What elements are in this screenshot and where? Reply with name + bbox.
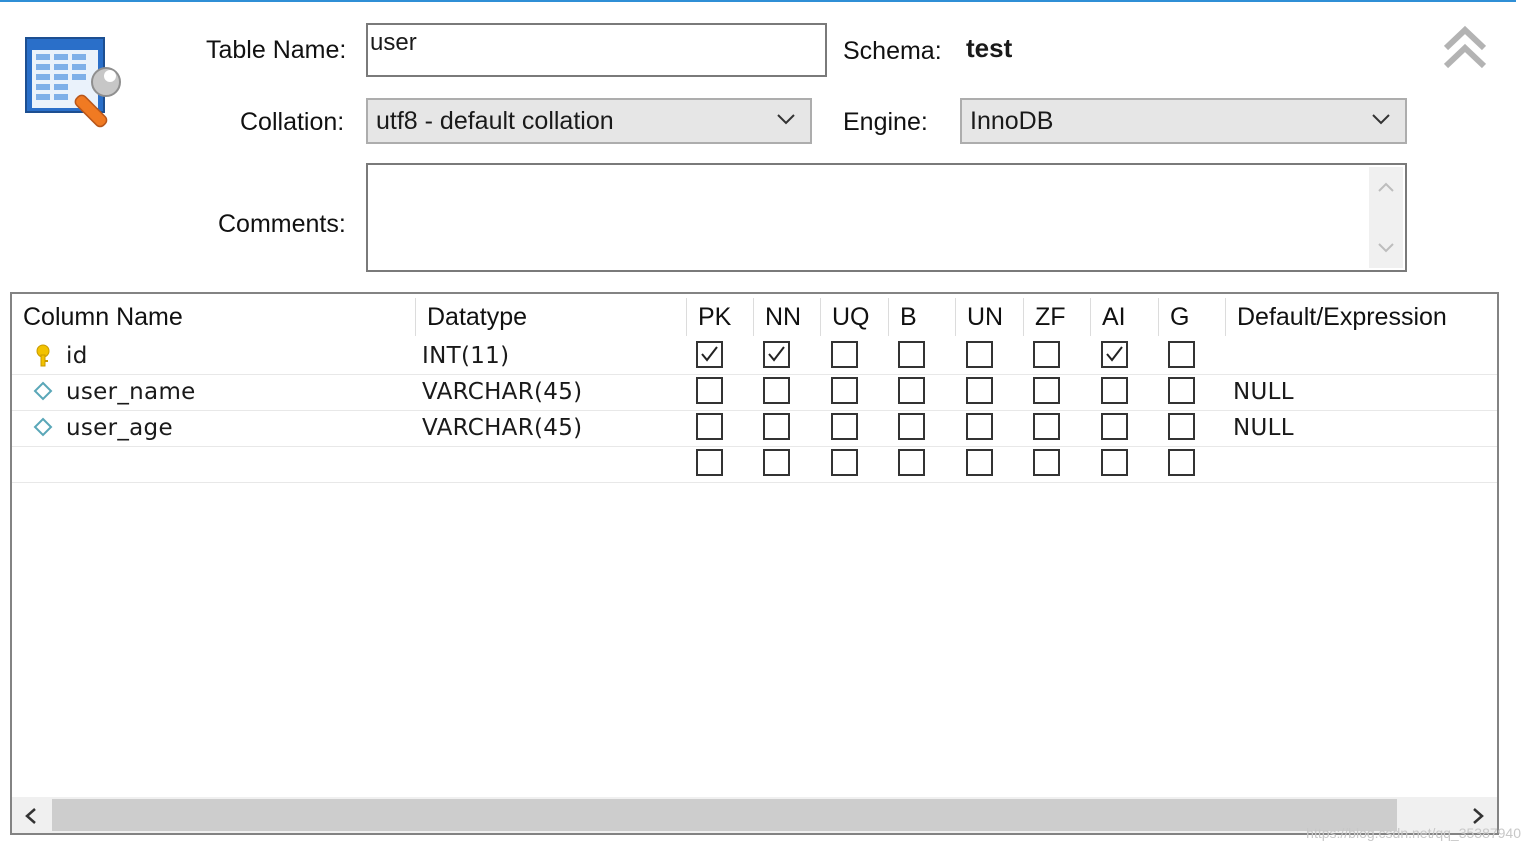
- datatype-cell[interactable]: VARCHAR(45): [422, 410, 582, 446]
- checkbox-ai[interactable]: [1101, 449, 1128, 476]
- table-row[interactable]: user_name VARCHAR(45) NULL: [12, 374, 1497, 411]
- scroll-right-icon[interactable]: [1471, 807, 1485, 825]
- header-divider: [1090, 298, 1091, 336]
- header-divider: [686, 298, 687, 336]
- checkbox-pk[interactable]: [696, 413, 723, 440]
- header-b[interactable]: B: [900, 294, 917, 338]
- checkbox-uq[interactable]: [831, 449, 858, 476]
- grid-horizontal-scrollbar[interactable]: [12, 797, 1497, 833]
- default-expression-cell[interactable]: NULL: [1233, 374, 1294, 410]
- header-zf[interactable]: ZF: [1035, 294, 1066, 338]
- schema-value: test: [966, 33, 1013, 63]
- checkbox-zf[interactable]: [1033, 413, 1060, 440]
- comments-label: Comments:: [218, 210, 346, 238]
- checkbox-g[interactable]: [1168, 413, 1195, 440]
- checkbox-uq[interactable]: [831, 341, 858, 368]
- column-name-cell[interactable]: user_age: [66, 410, 173, 446]
- checkbox-nn[interactable]: [763, 377, 790, 404]
- header-divider: [820, 298, 821, 336]
- engine-value: InnoDB: [970, 107, 1054, 135]
- checkbox-b[interactable]: [898, 377, 925, 404]
- columns-grid[interactable]: Column Name Datatype PK NN UQ B UN ZF AI…: [10, 292, 1499, 835]
- comments-scrollbar[interactable]: [1369, 167, 1403, 268]
- check-icon: [1106, 346, 1123, 362]
- header-pk[interactable]: PK: [698, 294, 731, 338]
- table-name-label: Table Name:: [206, 36, 347, 64]
- checkbox-pk[interactable]: [696, 449, 723, 476]
- checkbox-ai[interactable]: [1101, 413, 1128, 440]
- collapse-up-icon[interactable]: [1440, 22, 1490, 72]
- header-divider: [415, 298, 416, 336]
- column-name-cell[interactable]: user_name: [66, 374, 196, 410]
- checkbox-zf[interactable]: [1033, 341, 1060, 368]
- check-icon: [768, 346, 785, 362]
- header-uq[interactable]: UQ: [832, 294, 870, 338]
- schema-label: Schema:: [843, 37, 942, 65]
- header-divider: [1158, 298, 1159, 336]
- checkbox-pk[interactable]: [696, 341, 723, 368]
- scrollbar-thumb[interactable]: [52, 799, 1397, 831]
- chevron-down-icon: [1372, 114, 1390, 125]
- header-divider: [753, 298, 754, 336]
- checkbox-b[interactable]: [898, 413, 925, 440]
- checkbox-uq[interactable]: [831, 413, 858, 440]
- primary-key-icon: [36, 344, 50, 367]
- table-row[interactable]: [12, 446, 1497, 483]
- header-column-name[interactable]: Column Name: [23, 294, 183, 338]
- header-datatype[interactable]: Datatype: [427, 294, 527, 338]
- checkbox-g[interactable]: [1168, 341, 1195, 368]
- header-divider: [888, 298, 889, 336]
- collation-select[interactable]: utf8 - default collation: [366, 98, 812, 144]
- default-expression-cell[interactable]: NULL: [1233, 410, 1294, 446]
- check-icon: [701, 346, 718, 362]
- header-ai[interactable]: AI: [1102, 294, 1126, 338]
- checkbox-un[interactable]: [966, 413, 993, 440]
- collation-label: Collation:: [240, 108, 345, 136]
- checkbox-zf[interactable]: [1033, 449, 1060, 476]
- checkbox-b[interactable]: [898, 341, 925, 368]
- column-diamond-icon: [33, 417, 53, 437]
- checkbox-b[interactable]: [898, 449, 925, 476]
- collation-value: utf8 - default collation: [376, 107, 614, 135]
- table-row[interactable]: id INT(11): [12, 338, 1497, 375]
- header-un[interactable]: UN: [967, 294, 1003, 338]
- header-nn[interactable]: NN: [765, 294, 801, 338]
- header-divider: [1225, 298, 1226, 336]
- checkbox-ai[interactable]: [1101, 377, 1128, 404]
- column-diamond-icon: [33, 381, 53, 401]
- top-accent-line: [0, 0, 1516, 2]
- checkbox-g[interactable]: [1168, 449, 1195, 476]
- engine-select[interactable]: InnoDB: [960, 98, 1407, 144]
- checkbox-un[interactable]: [966, 377, 993, 404]
- checkbox-ai[interactable]: [1101, 341, 1128, 368]
- checkbox-uq[interactable]: [831, 377, 858, 404]
- checkbox-zf[interactable]: [1033, 377, 1060, 404]
- comments-textarea[interactable]: [366, 163, 1407, 272]
- datatype-cell[interactable]: VARCHAR(45): [422, 374, 582, 410]
- table-name-input[interactable]: user: [366, 23, 827, 77]
- header-g[interactable]: G: [1170, 294, 1189, 338]
- datatype-cell[interactable]: INT(11): [422, 338, 509, 374]
- table-editor-icon: [25, 37, 121, 128]
- grid-header: Column Name Datatype PK NN UQ B UN ZF AI…: [12, 294, 1497, 338]
- checkbox-nn[interactable]: [763, 449, 790, 476]
- checkbox-nn[interactable]: [763, 413, 790, 440]
- header-default-expression[interactable]: Default/Expression: [1237, 294, 1447, 338]
- watermark: https://blog.csdn.net/qq_35387940: [1306, 825, 1521, 841]
- table-row[interactable]: user_age VARCHAR(45) NULL: [12, 410, 1497, 447]
- header-divider: [1023, 298, 1024, 336]
- chevron-down-icon: [777, 114, 795, 125]
- checkbox-nn[interactable]: [763, 341, 790, 368]
- checkbox-g[interactable]: [1168, 377, 1195, 404]
- table-name-value: user: [370, 29, 417, 56]
- checkbox-pk[interactable]: [696, 377, 723, 404]
- checkbox-un[interactable]: [966, 341, 993, 368]
- scroll-up-icon[interactable]: [1377, 181, 1395, 193]
- column-name-cell[interactable]: id: [66, 338, 88, 374]
- scroll-left-icon[interactable]: [24, 807, 38, 825]
- engine-label: Engine:: [843, 108, 928, 136]
- scroll-down-icon[interactable]: [1377, 242, 1395, 254]
- checkbox-un[interactable]: [966, 449, 993, 476]
- header-divider: [955, 298, 956, 336]
